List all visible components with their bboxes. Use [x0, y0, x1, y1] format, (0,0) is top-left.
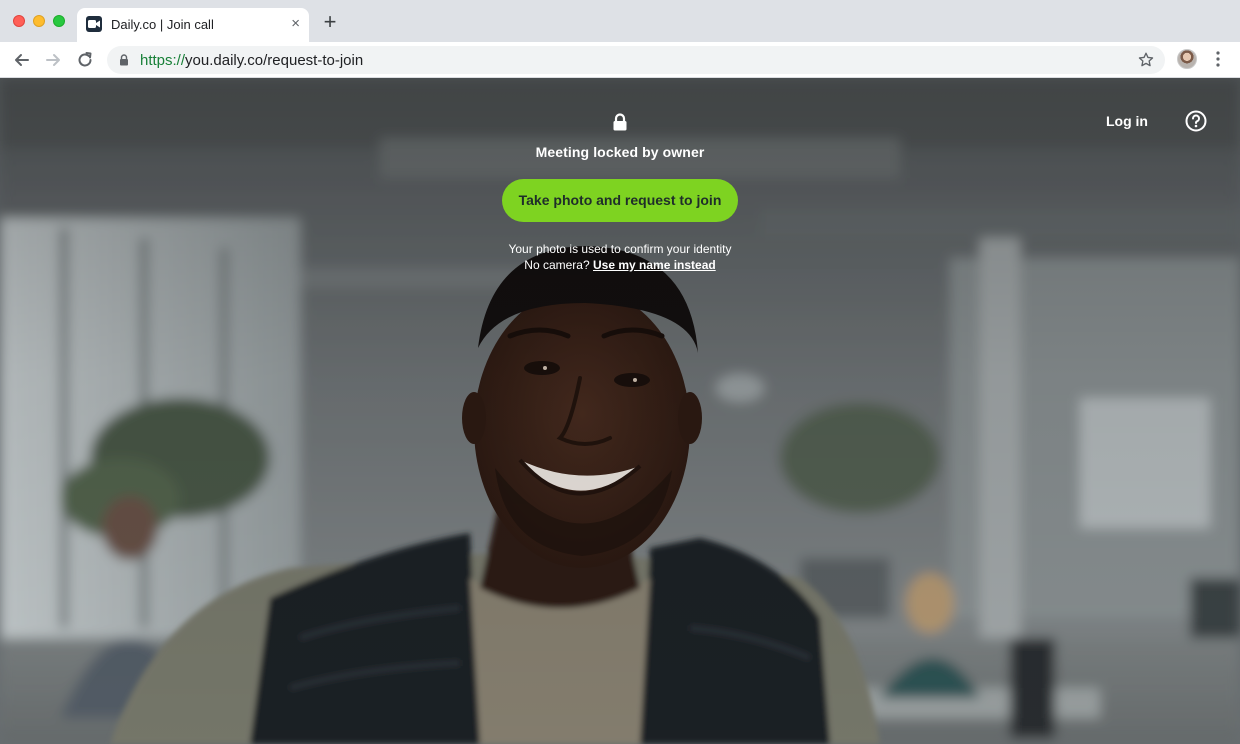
- take-photo-request-button[interactable]: Take photo and request to join: [502, 179, 738, 222]
- meeting-locked-message: Meeting locked by owner: [535, 144, 705, 160]
- no-camera-prefix: No camera?: [524, 258, 590, 272]
- back-arrow-icon[interactable]: [12, 50, 32, 70]
- browser-tab[interactable]: Daily.co | Join call ×: [77, 8, 309, 42]
- browser-toolbar: https://you.daily.co/request-to-join: [0, 42, 1240, 78]
- use-name-instead-link[interactable]: Use my name instead: [593, 258, 716, 272]
- minimize-window-button[interactable]: [33, 15, 45, 27]
- bookmark-star-icon[interactable]: [1137, 51, 1155, 69]
- tab-close-icon[interactable]: ×: [291, 16, 300, 32]
- new-tab-button[interactable]: +: [320, 11, 340, 33]
- photo-identity-note: Your photo is used to confirm your ident…: [508, 242, 732, 256]
- close-window-button[interactable]: [13, 15, 25, 27]
- no-camera-note: No camera? Use my name instead: [420, 258, 820, 272]
- help-icon[interactable]: [1185, 110, 1207, 132]
- url-path: you.daily.co/request-to-join: [185, 52, 364, 69]
- lock-icon: [613, 113, 627, 131]
- daily-favicon-icon: [86, 16, 102, 32]
- overlay-shade: [0, 78, 1240, 744]
- maximize-window-button[interactable]: [53, 15, 65, 27]
- secure-lock-icon: [120, 54, 128, 66]
- address-bar[interactable]: https://you.daily.co/request-to-join: [107, 46, 1165, 74]
- forward-arrow-icon[interactable]: [43, 50, 63, 70]
- browser-titlebar: Daily.co | Join call × +: [0, 0, 1240, 42]
- url-text[interactable]: https://you.daily.co/request-to-join: [140, 52, 363, 69]
- profile-avatar[interactable]: [1177, 49, 1197, 69]
- tab-title: Daily.co | Join call: [111, 17, 214, 32]
- more-menu-icon[interactable]: [1210, 50, 1226, 68]
- log-in-link[interactable]: Log in: [1106, 113, 1148, 129]
- url-scheme: https://: [140, 52, 186, 69]
- reload-icon[interactable]: [75, 50, 95, 70]
- page-viewport: Meeting locked by owner Take photo and r…: [0, 78, 1240, 744]
